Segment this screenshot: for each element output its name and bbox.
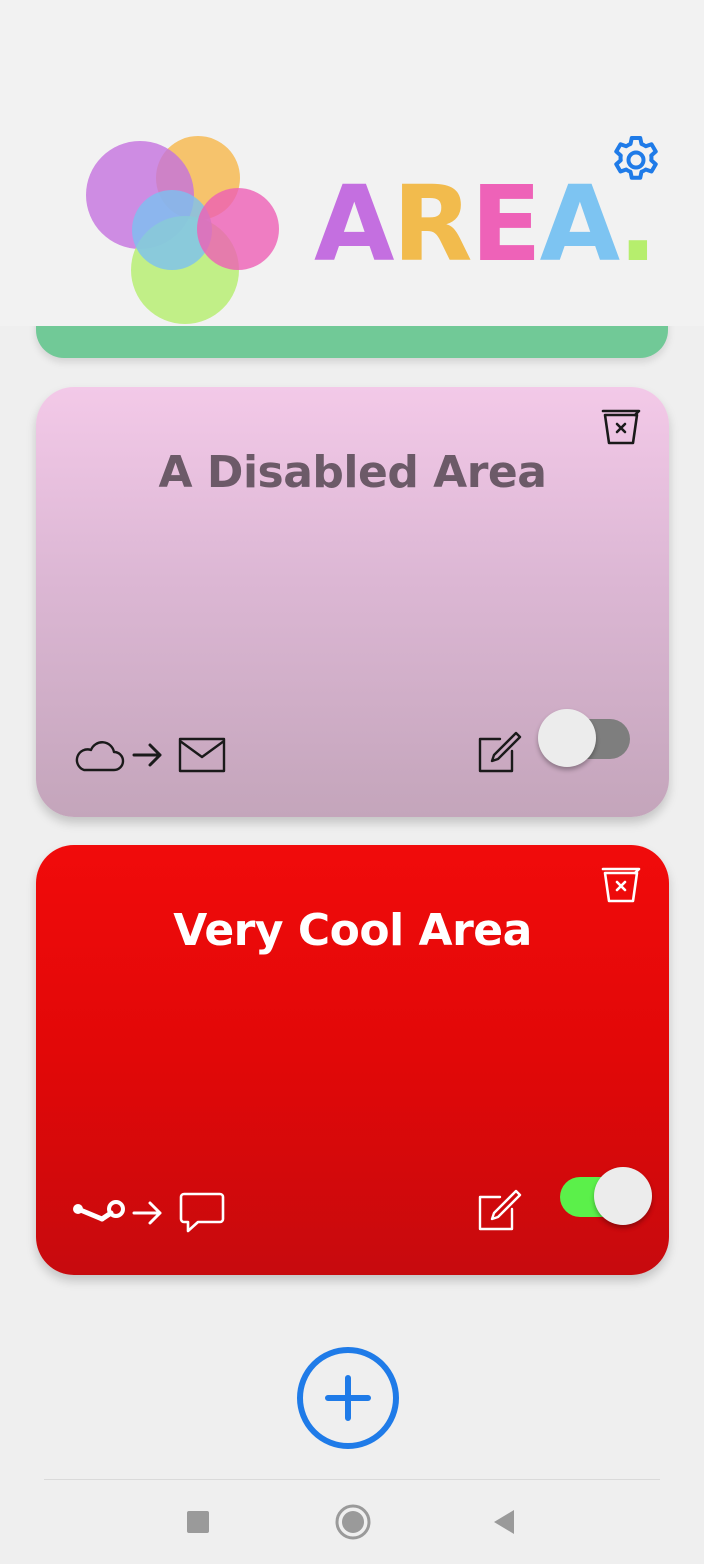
trash-icon	[601, 867, 641, 903]
logo-letter: R	[392, 163, 473, 285]
logo-circles-icon	[86, 136, 279, 324]
mail-icon	[178, 737, 226, 773]
area-flow	[72, 1189, 226, 1237]
edit-icon	[478, 1189, 522, 1231]
toggle-knob	[594, 1167, 652, 1225]
gear-icon	[614, 136, 658, 180]
app-logo-text: A R E A .	[314, 163, 658, 285]
logo-letter: E	[470, 163, 542, 285]
chat-bubble-icon	[179, 1192, 225, 1233]
system-navigation-bar	[0, 1480, 704, 1564]
area-toggle-switch[interactable]	[536, 707, 632, 767]
area-flow	[72, 731, 226, 779]
arrow-right-icon	[132, 1201, 162, 1225]
edit-button[interactable]	[476, 1187, 522, 1233]
back-icon[interactable]	[490, 1508, 518, 1536]
toggle-knob	[538, 709, 596, 767]
delete-button[interactable]	[599, 865, 643, 905]
area-card-enabled[interactable]: Very Cool Area	[36, 845, 669, 1275]
arrow-right-icon	[132, 743, 162, 767]
recent-apps-icon[interactable]	[187, 1511, 209, 1533]
area-title: Very Cool Area	[173, 905, 532, 956]
settings-button[interactable]	[606, 130, 666, 190]
area-card-disabled[interactable]: A Disabled Area	[36, 387, 669, 817]
edit-button[interactable]	[476, 729, 522, 775]
logo-letter: A	[314, 163, 394, 285]
area-toggle-switch[interactable]	[560, 1165, 656, 1225]
plus-circle-icon	[297, 1347, 399, 1449]
delete-button[interactable]	[599, 407, 643, 447]
app-screen: A R E A . A Disabled Area Very Cool Area	[0, 0, 704, 1564]
app-header: A R E A .	[0, 0, 704, 326]
edit-icon	[478, 731, 522, 773]
trash-icon	[601, 409, 641, 445]
steam-icon	[73, 1200, 125, 1222]
home-icon[interactable]	[334, 1503, 372, 1541]
cloud-icon	[75, 741, 125, 772]
area-title: A Disabled Area	[158, 447, 547, 498]
add-area-button[interactable]	[296, 1346, 400, 1450]
